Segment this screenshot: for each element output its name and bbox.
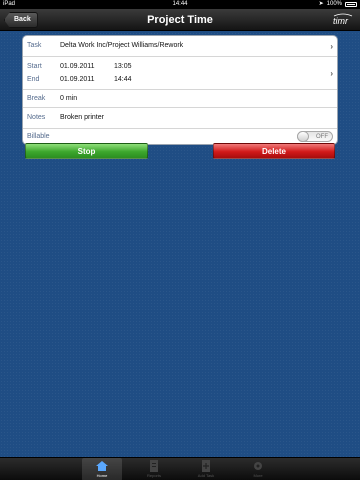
- tab-label: Add Task: [197, 473, 215, 478]
- billable-toggle[interactable]: OFF: [297, 131, 333, 142]
- time-row[interactable]: Start 01.09.2011 13:05 End 01.09.2011 14…: [23, 57, 337, 90]
- timr-logo-icon: timr: [333, 13, 353, 26]
- break-row[interactable]: Break 0 min: [23, 90, 337, 108]
- battery-icon: [345, 2, 357, 7]
- tab-bar: Home Reports Add Task More: [0, 457, 360, 480]
- battery-percent: 100%: [326, 1, 342, 7]
- break-label: Break: [27, 95, 46, 102]
- start-label: Start: [27, 63, 42, 70]
- status-bar: iPad 14:44 ➤ 100%: [0, 0, 360, 9]
- tab-add-task[interactable]: Add Task: [186, 458, 226, 480]
- tab-label: More: [253, 473, 263, 478]
- task-label: Task: [27, 42, 42, 49]
- start-date: 01.09.2011: [60, 63, 95, 70]
- reports-icon: [150, 460, 158, 472]
- billable-label: Billable: [27, 133, 50, 140]
- delete-button[interactable]: Delete: [213, 143, 335, 159]
- end-time: 14:44: [114, 76, 132, 83]
- svg-text:timr: timr: [333, 16, 349, 26]
- page-title: Project Time: [147, 14, 213, 26]
- tab-more[interactable]: More: [238, 458, 278, 480]
- tab-home[interactable]: Home: [82, 458, 122, 480]
- tab-label: Home: [96, 473, 108, 478]
- add-task-icon: [202, 460, 210, 472]
- status-time: 14:44: [172, 1, 188, 7]
- stop-button[interactable]: Stop: [25, 143, 148, 159]
- tab-label: Reports: [146, 473, 161, 478]
- end-label: End: [27, 76, 40, 83]
- location-icon: ➤: [318, 1, 324, 7]
- end-date: 01.09.2011: [60, 76, 95, 83]
- home-icon: [96, 461, 108, 471]
- start-time: 13:05: [114, 63, 132, 70]
- more-icon: [254, 462, 262, 470]
- main-content: Task Delta Work Inc/Project Williams/Rew…: [0, 32, 360, 457]
- break-value: 0 min: [60, 95, 78, 102]
- task-value: Delta Work Inc/Project Williams/Rework: [60, 42, 184, 49]
- time-entry-card: Task Delta Work Inc/Project Williams/Rew…: [22, 35, 338, 145]
- billable-toggle-state: OFF: [316, 134, 328, 140]
- status-right: ➤ 100%: [319, 0, 357, 9]
- chevron-right-icon: ›: [330, 42, 333, 51]
- task-row[interactable]: Task Delta Work Inc/Project Williams/Rew…: [23, 36, 337, 57]
- billable-row: Billable OFF: [23, 129, 337, 144]
- notes-label: Notes: [27, 114, 46, 121]
- navigation-bar: Back Project Time timr: [0, 9, 360, 31]
- tab-reports[interactable]: Reports: [134, 458, 174, 480]
- toggle-knob: [297, 131, 309, 142]
- chevron-right-icon: ›: [330, 69, 333, 78]
- notes-value: Broken printer: [60, 114, 104, 121]
- notes-row[interactable]: Notes Broken printer: [23, 108, 337, 129]
